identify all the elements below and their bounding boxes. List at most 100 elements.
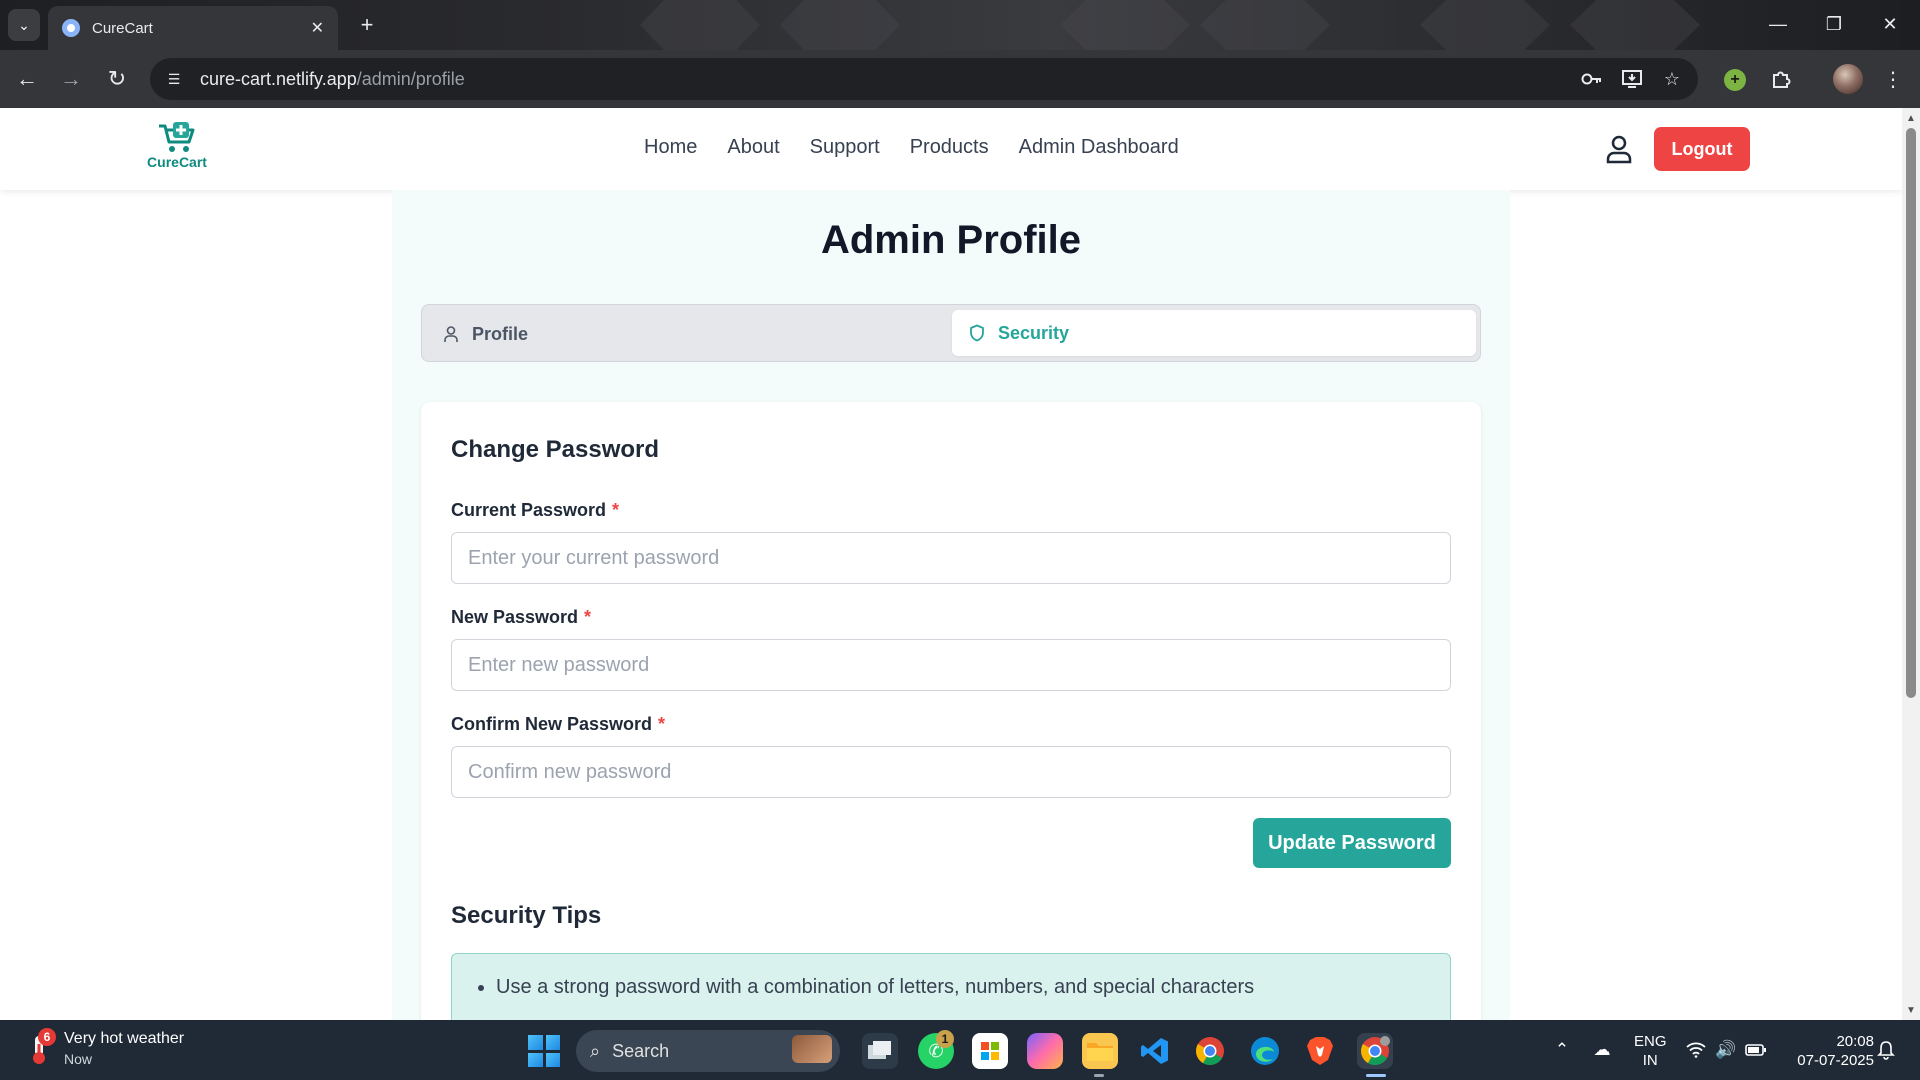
wallpaper-hexagon — [1420, 0, 1550, 50]
nav-about-link[interactable]: About — [727, 136, 779, 159]
language-code: ENG — [1634, 1033, 1667, 1050]
tab-security-label: Security — [998, 322, 1070, 343]
tab-profile-label: Profile — [472, 323, 529, 344]
page-scrollbar[interactable]: ▲ ▼ — [1902, 108, 1920, 1020]
scrollbar-thumb[interactable] — [1906, 128, 1916, 698]
task-view-icon[interactable] — [862, 1033, 898, 1069]
nav-admin-dashboard-link[interactable]: Admin Dashboard — [1019, 136, 1179, 159]
address-bar[interactable]: ☰ cure-cart.netlify.app/admin/profile — [150, 58, 1698, 100]
scroll-down-arrow-icon[interactable]: ▼ — [1902, 1002, 1920, 1018]
clock-date: 07-07-2025 — [1797, 1052, 1874, 1069]
back-button[interactable]: ← — [10, 62, 44, 96]
tab-title: CureCart — [92, 19, 153, 37]
confirm-password-label-text: Confirm New Password — [451, 714, 653, 734]
language-region: IN — [1642, 1052, 1658, 1069]
onedrive-cloud-icon[interactable]: ☁ — [1590, 1038, 1614, 1062]
volume-icon[interactable]: 🔊 — [1714, 1038, 1738, 1062]
nav-home-link[interactable]: Home — [644, 136, 697, 159]
weather-badge: 6 — [38, 1028, 56, 1046]
install-app-icon[interactable] — [1620, 67, 1644, 91]
battery-icon[interactable] — [1744, 1038, 1768, 1062]
wallpaper-hexagon — [640, 0, 760, 50]
weather-subtitle: Now — [64, 1051, 93, 1067]
shield-icon — [970, 324, 984, 342]
file-explorer-icon[interactable] — [1082, 1033, 1118, 1069]
tab-profile[interactable]: Profile — [442, 317, 528, 351]
reload-button[interactable]: ↻ — [100, 62, 134, 96]
curecart-logo[interactable]: CureCart — [146, 122, 208, 178]
taskbar: 6 Very hot weather Now ⌕ Search ✆ 1 ⌃ ☁ … — [0, 1020, 1920, 1080]
taskbar-search-label: Search — [612, 1040, 670, 1061]
confirm-password-input[interactable] — [451, 746, 1451, 798]
bookmark-star-icon[interactable]: ☆ — [1660, 67, 1684, 91]
required-mark: * — [584, 607, 592, 627]
forward-button[interactable]: → — [54, 62, 88, 96]
brave-icon[interactable] — [1302, 1033, 1338, 1069]
weather-title[interactable]: Very hot weather — [64, 1030, 184, 1048]
favicon-icon — [62, 19, 80, 37]
main-nav: Home About Support Products Admin Dashbo… — [644, 136, 1179, 159]
new-password-label-text: New Password — [451, 607, 579, 627]
search-icon: ⌕ — [590, 1040, 601, 1061]
security-tip-item: Use a strong password with a combination… — [496, 976, 1450, 999]
logout-button[interactable]: Logout — [1654, 127, 1750, 171]
update-password-button[interactable]: Update Password — [1253, 818, 1451, 868]
browser-tabstrip: ⌄ CureCart ✕ + — ❐ ✕ — [0, 0, 1920, 50]
browser-toolbar: ← → ↻ ☰ cure-cart.netlify.app/admin/prof… — [0, 50, 1920, 108]
clock[interactable]: 20:08 07-07-2025 — [1784, 1032, 1874, 1070]
change-password-card: Change Password Current Password * New Pa… — [421, 402, 1481, 1073]
wallpaper-hexagon — [1570, 0, 1700, 50]
current-password-label: Current Password * — [451, 500, 619, 521]
running-indicator — [1094, 1074, 1104, 1077]
windows-start-icon[interactable] — [528, 1035, 560, 1067]
minimize-button[interactable]: — — [1758, 8, 1798, 40]
password-key-icon[interactable] — [1580, 67, 1604, 91]
user-account-icon[interactable] — [1604, 134, 1634, 164]
nav-support-link[interactable]: Support — [810, 136, 880, 159]
wifi-icon[interactable] — [1684, 1038, 1708, 1062]
copilot-icon[interactable] — [1027, 1033, 1063, 1069]
site-info-icon[interactable]: ☰ — [162, 67, 186, 91]
close-window-button[interactable]: ✕ — [1870, 8, 1910, 40]
logo-text: CureCart — [147, 154, 207, 170]
site-header: CureCart Home About Support Products Adm… — [0, 108, 1902, 190]
active-app-indicator — [1366, 1074, 1386, 1077]
extensions-puzzle-icon[interactable] — [1764, 62, 1798, 96]
browser-menu-icon[interactable]: ⋮ — [1876, 62, 1910, 96]
url-path: /admin/profile — [356, 68, 465, 89]
language-indicator[interactable]: ENG IN — [1634, 1032, 1667, 1070]
current-password-label-text: Current Password — [451, 500, 607, 520]
wallpaper-hexagon — [1060, 0, 1190, 50]
browser-tab[interactable]: CureCart ✕ — [48, 6, 338, 50]
tab-search-button[interactable]: ⌄ — [8, 9, 40, 41]
new-tab-button[interactable]: + — [352, 10, 382, 40]
restore-button[interactable]: ❐ — [1814, 8, 1854, 40]
user-icon — [444, 326, 458, 342]
show-hidden-icons-icon[interactable]: ⌃ — [1550, 1038, 1574, 1062]
nav-products-link[interactable]: Products — [910, 136, 989, 159]
extension-add-icon[interactable]: + — [1724, 69, 1746, 91]
profile-avatar[interactable] — [1833, 64, 1863, 94]
required-mark: * — [658, 714, 666, 734]
current-password-input[interactable] — [451, 532, 1451, 584]
edge-icon[interactable] — [1247, 1033, 1283, 1069]
new-password-input[interactable] — [451, 639, 1451, 691]
search-highlight-image — [792, 1035, 832, 1063]
required-mark: * — [612, 500, 620, 520]
new-password-label: New Password * — [451, 607, 591, 628]
page-title: Admin Profile — [820, 218, 1082, 262]
wallpaper-hexagon — [1200, 0, 1330, 50]
vscode-icon[interactable] — [1137, 1033, 1173, 1069]
profile-tabs: Profile Security — [421, 304, 1481, 362]
microsoft-store-icon[interactable] — [972, 1033, 1008, 1069]
chrome-icon[interactable] — [1192, 1033, 1228, 1069]
clock-time: 20:08 — [1836, 1033, 1874, 1050]
chrome-active-icon[interactable] — [1357, 1033, 1393, 1069]
cart-plus-icon — [159, 122, 195, 152]
close-tab-icon[interactable]: ✕ — [311, 18, 324, 38]
notifications-bell-icon[interactable] — [1874, 1038, 1898, 1062]
security-tips-heading: Security Tips — [451, 902, 602, 929]
wallpaper-hexagon — [780, 0, 900, 50]
scroll-up-arrow-icon[interactable]: ▲ — [1902, 110, 1920, 126]
tab-security[interactable]: Security — [952, 310, 1476, 356]
